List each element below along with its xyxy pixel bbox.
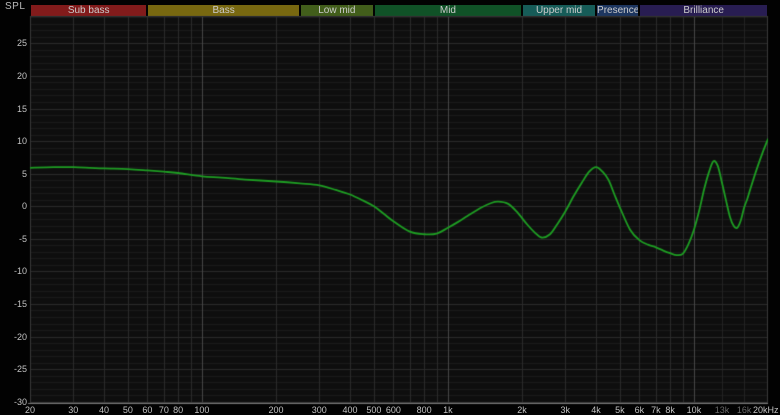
x-tick-label: 300 — [311, 405, 327, 415]
y-tick-label: 25 — [16, 38, 27, 49]
plot-area[interactable] — [0, 0, 780, 415]
x-tick-label: 6k — [634, 405, 645, 415]
y-tick-label: -10 — [13, 266, 27, 277]
x-tick-label: 13k — [714, 405, 730, 415]
x-tick-label: 800 — [416, 405, 432, 415]
x-tick-label: 40 — [99, 405, 110, 415]
y-tick-label: 5 — [21, 168, 27, 179]
y-tick-label: -30 — [13, 396, 27, 407]
y-tick-label: -5 — [18, 233, 27, 244]
x-tick-label: 30 — [68, 405, 79, 415]
x-tick-label: 7k — [651, 405, 661, 415]
x-tick-label: 3k — [560, 405, 571, 415]
x-tick-label: 2k — [517, 405, 527, 415]
x-tick-label: 5k — [615, 405, 625, 415]
y-tick-label: -15 — [13, 298, 27, 309]
x-tick-label: 1k — [443, 405, 453, 415]
y-tick-label: 15 — [16, 103, 27, 114]
y-tick-label: -25 — [13, 364, 27, 375]
x-tick-label: 100 — [194, 405, 210, 415]
x-tick-label: 50 — [122, 405, 133, 415]
x-tick-label: 200 — [268, 405, 284, 415]
x-tick-label: 16k — [736, 405, 752, 415]
y-tick-label: 10 — [16, 136, 27, 147]
y-tick-label: -20 — [13, 331, 27, 342]
y-tick-label: 20 — [16, 70, 27, 81]
y-tick-label: 0 — [21, 201, 27, 212]
x-tick-label: 10k — [686, 405, 702, 415]
x-tick-label: 70 — [158, 405, 169, 415]
x-tick-label: 20kHz — [753, 405, 779, 415]
x-tick-label: 80 — [173, 405, 184, 415]
x-tick-label: 600 — [385, 405, 401, 415]
frequency-response-chart: SPL Sub bassBassLow midMidUpper midPrese… — [0, 0, 780, 415]
x-tick-label: 400 — [342, 405, 358, 415]
x-tick-label: 4k — [591, 405, 601, 415]
x-tick-label: 500 — [366, 405, 382, 415]
x-tick-label: 8k — [665, 405, 675, 415]
x-tick-label: 60 — [142, 405, 153, 415]
